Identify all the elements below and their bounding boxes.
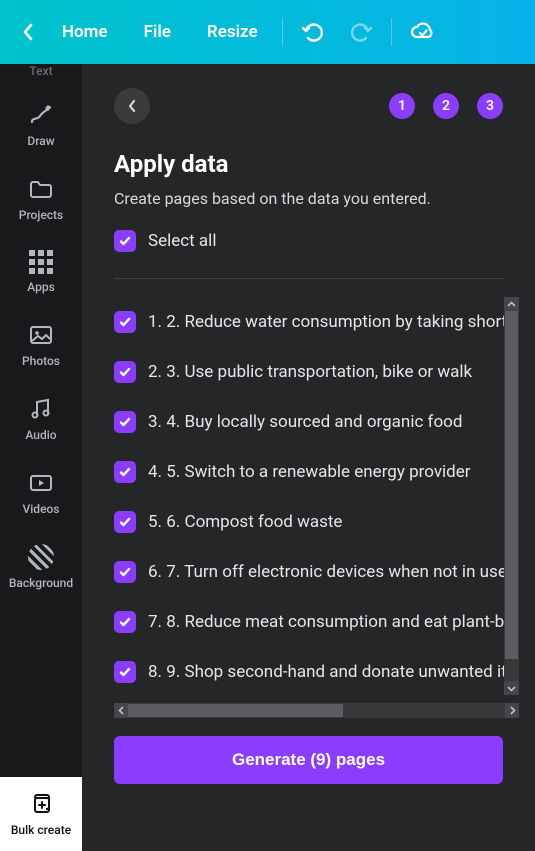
back-chevron-icon[interactable] <box>16 20 40 44</box>
item-checkbox[interactable] <box>114 661 136 683</box>
list-item-label: 8. 9. Shop second-hand and donate unwant… <box>148 662 519 682</box>
item-checkbox[interactable] <box>114 411 136 433</box>
list-item[interactable]: 8. 9. Shop second-hand and donate unwant… <box>114 647 519 695</box>
header-divider <box>391 18 392 46</box>
sidebar-item-label: Text <box>29 64 52 78</box>
list-item-label: 7. 8. Reduce meat consumption and eat pl… <box>148 612 519 632</box>
sidebar-item-projects[interactable]: Projects <box>0 162 82 236</box>
step-nav-row: 1 2 3 <box>82 64 535 142</box>
app-header: Home File Resize <box>0 0 535 64</box>
horizontal-scroll-thumb[interactable] <box>128 704 343 717</box>
item-checkbox[interactable] <box>114 311 136 333</box>
redo-icon[interactable] <box>341 12 381 52</box>
video-icon <box>28 470 54 496</box>
list-item-label: 2. 3. Use public transportation, bike or… <box>148 362 472 382</box>
vertical-scroll-thumb[interactable] <box>505 311 518 659</box>
generate-pages-button[interactable]: Generate (9) pages <box>114 736 503 784</box>
home-button[interactable]: Home <box>48 14 122 50</box>
item-checkbox[interactable] <box>114 461 136 483</box>
step-badge-3[interactable]: 3 <box>477 93 503 119</box>
list-item[interactable]: 2. 3. Use public transportation, bike or… <box>114 347 519 397</box>
list-item[interactable]: 5. 6. Compost food waste <box>114 497 519 547</box>
sidebar-item-photos[interactable]: Photos <box>0 308 82 382</box>
list-item[interactable]: 7. 8. Reduce meat consumption and eat pl… <box>114 597 519 647</box>
cloud-sync-icon[interactable] <box>402 12 442 52</box>
list-item-label: 4. 5. Switch to a renewable energy provi… <box>148 462 471 482</box>
data-list: 1. 2. Reduce water consumption by taking… <box>114 297 519 695</box>
panel-back-button[interactable] <box>114 88 150 124</box>
item-checkbox[interactable] <box>114 361 136 383</box>
sidebar-item-text[interactable]: Text <box>0 68 82 88</box>
list-item-label: 6. 7. Turn off electronic devices when n… <box>148 562 507 582</box>
sidebar-item-label: Background <box>9 576 73 590</box>
sidebar-item-label: Bulk create <box>11 823 71 837</box>
list-item[interactable]: 1. 2. Reduce water consumption by taking… <box>114 297 519 347</box>
folder-icon <box>28 176 54 202</box>
sidebar-item-label: Audio <box>25 428 56 442</box>
sidebar-item-apps[interactable]: Apps <box>0 236 82 308</box>
undo-icon[interactable] <box>293 12 333 52</box>
section-subtitle: Create pages based on the data you enter… <box>82 178 535 210</box>
horizontal-scrollbar[interactable] <box>114 703 519 718</box>
list-item[interactable]: 4. 5. Switch to a renewable energy provi… <box>114 447 519 497</box>
apps-grid-icon <box>29 250 53 274</box>
sidebar-item-draw[interactable]: Draw <box>0 88 82 162</box>
resize-button[interactable]: Resize <box>193 14 272 50</box>
music-note-icon <box>28 396 54 422</box>
list-divider <box>114 278 503 279</box>
select-all-row[interactable]: Select all <box>82 210 535 272</box>
main-panel: 1 2 3 Apply data Create pages based on t… <box>82 64 535 851</box>
item-checkbox[interactable] <box>114 511 136 533</box>
sidebar-item-label: Draw <box>27 134 54 148</box>
step-badge-1[interactable]: 1 <box>389 93 415 119</box>
step-badge-2[interactable]: 2 <box>433 93 459 119</box>
left-sidebar: Text Draw Projects Apps Photos Audio Vid… <box>0 64 82 851</box>
item-checkbox[interactable] <box>114 611 136 633</box>
sidebar-item-label: Photos <box>22 354 60 368</box>
background-icon <box>28 544 54 570</box>
header-divider <box>282 18 283 46</box>
bulk-create-icon <box>28 791 54 817</box>
sidebar-item-label: Apps <box>27 280 55 294</box>
sidebar-item-label: Videos <box>23 502 60 516</box>
select-all-label: Select all <box>148 231 216 251</box>
scroll-left-arrow-icon[interactable] <box>114 703 128 718</box>
item-checkbox[interactable] <box>114 561 136 583</box>
sidebar-item-videos[interactable]: Videos <box>0 456 82 530</box>
scroll-up-arrow-icon[interactable] <box>504 297 519 311</box>
section-title: Apply data <box>82 142 535 178</box>
draw-icon <box>28 102 54 128</box>
sidebar-item-audio[interactable]: Audio <box>0 382 82 456</box>
list-item[interactable]: 6. 7. Turn off electronic devices when n… <box>114 547 519 597</box>
sidebar-item-background[interactable]: Background <box>0 530 82 604</box>
scroll-down-arrow-icon[interactable] <box>504 681 519 695</box>
select-all-checkbox[interactable] <box>114 230 136 252</box>
vertical-scrollbar[interactable] <box>504 297 519 695</box>
list-item-label: 5. 6. Compost food waste <box>148 512 342 532</box>
image-icon <box>28 322 54 348</box>
list-item-label: 1. 2. Reduce water consumption by taking… <box>148 312 519 332</box>
sidebar-item-label: Projects <box>19 208 63 222</box>
file-button[interactable]: File <box>130 14 185 50</box>
list-item[interactable]: 3. 4. Buy locally sourced and organic fo… <box>114 397 519 447</box>
sidebar-item-bulk-create[interactable]: Bulk create <box>0 777 82 851</box>
scroll-right-arrow-icon[interactable] <box>505 703 519 718</box>
list-item-label: 3. 4. Buy locally sourced and organic fo… <box>148 412 462 432</box>
